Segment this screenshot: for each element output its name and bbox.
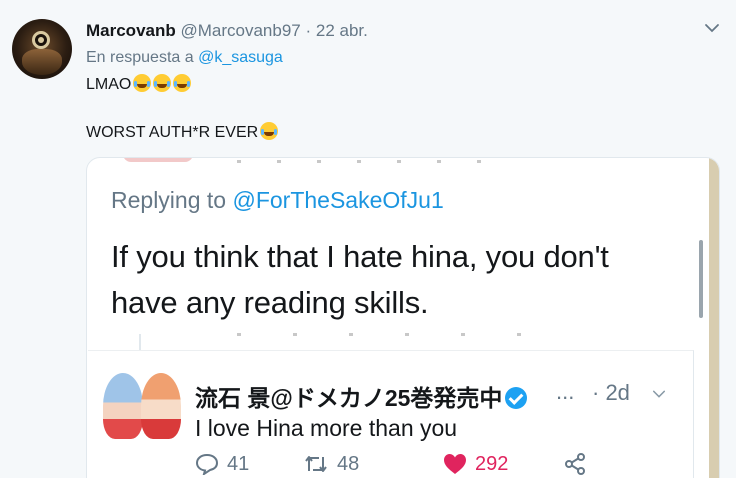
quoted-tweet: 流石 景@ドメカノ25巻発売中 ... · 2d I love Hina mor… [88,350,694,478]
embedded-replying-prefix: Replying to [111,187,227,213]
chevron-down-icon [652,390,666,398]
reply-count: 41 [227,452,250,475]
share-action [563,451,587,477]
verified-badge-icon [505,387,528,409]
tweet-line1: LMAO [86,76,132,93]
screenshot-top-art [123,158,193,162]
embedded-text: If you think that I hate hina, you don't… [111,234,609,326]
avatar-girl-right [141,373,181,439]
laughing-emoji [133,74,152,92]
avatar-girl-left [103,373,143,439]
embedded-replying: Replying to @ForTheSakeOfJu1 [111,187,444,214]
user-handle[interactable]: @Marcovanb97 [180,21,300,40]
retweet-icon [305,456,327,472]
tweet-date[interactable]: 22 abr. [316,21,368,40]
tweet-text-line-1: LMAO [86,74,192,94]
screenshot-edge [709,158,719,478]
attached-screenshot[interactable]: Replying to @ForTheSakeOfJu1 If you thin… [86,157,720,478]
tweet-text-line-2: WORST AUTH*R EVER [86,122,279,142]
embedded-replying-handle: @ForTheSakeOfJu1 [232,187,444,213]
reply-handle-link[interactable]: @k_sasuga [198,49,283,66]
embedded-text-line-2: have any reading skills. [111,285,429,320]
quoted-name: 流石 景@ドメカノ25巻発売中 [195,379,528,413]
retweet-action: 48 [303,451,359,477]
header-separator: · [300,21,316,40]
embedded-scrollbar [699,240,703,318]
embedded-divider [237,333,567,336]
reply-icon [195,453,219,475]
laughing-emoji [173,74,192,92]
screenshot-divider [237,160,497,163]
reply-action: 41 [195,451,249,477]
tweet-header: Marcovanb @Marcovanb97 · 22 abr. [86,21,368,41]
laughing-emoji [153,74,172,92]
like-count: 292 [475,452,509,475]
laughing-emoji [260,122,279,140]
quoted-name-text: 流石 景@ドメカノ25巻発売中 [195,385,503,411]
display-name[interactable]: Marcovanb [86,21,176,40]
quoted-text: I love Hina more than you [195,415,458,441]
reply-context: En respuesta a @k_sasuga [86,49,283,67]
embedded-text-line-1: If you think that I hate hina, you don't [111,239,609,274]
tweet-line2: WORST AUTH*R EVER [86,124,259,141]
like-action: 292 [443,451,508,477]
user-avatar[interactable] [12,19,72,79]
quoted-avatar [103,373,181,441]
reply-prefix: En respuesta a [86,49,194,66]
retweet-count: 48 [337,452,360,475]
avatar-ring [32,31,50,49]
chevron-down-icon[interactable] [704,20,720,36]
share-icon [565,453,585,475]
heart-icon [444,454,466,474]
avatar-face [22,49,62,75]
quoted-ellipsis: ... [556,379,575,404]
quoted-date: · 2d [592,380,630,405]
quoted-actions: 41 48 292 [195,451,675,477]
tweet: Marcovanb @Marcovanb97 · 22 abr. En resp… [0,0,736,478]
